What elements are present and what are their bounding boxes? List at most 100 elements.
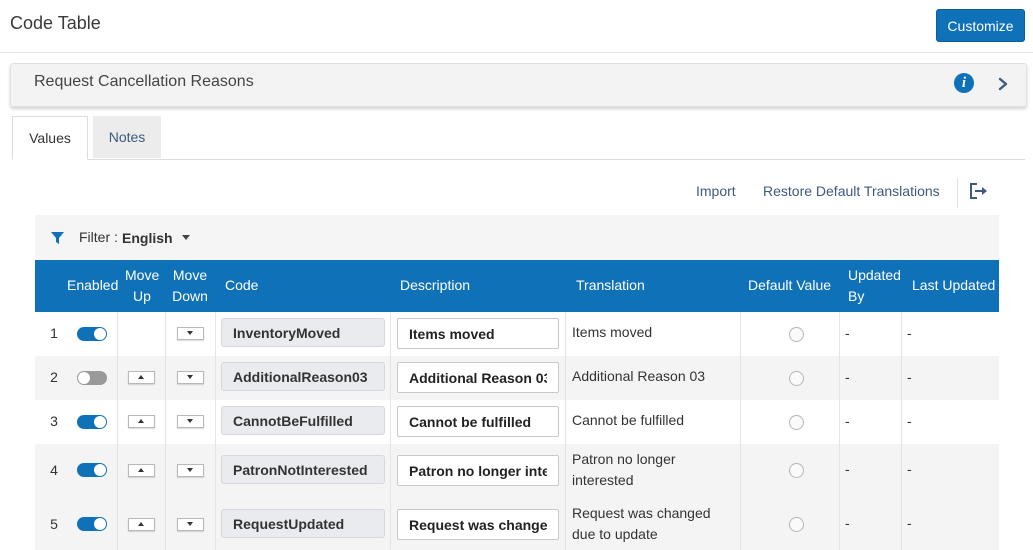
column-divider <box>565 312 566 356</box>
column-header-description[interactable]: Description <box>400 275 470 296</box>
column-divider <box>390 444 391 498</box>
description-input[interactable] <box>397 362 559 393</box>
move-down-button[interactable] <box>177 327 204 340</box>
column-divider <box>901 498 902 550</box>
enabled-toggle[interactable] <box>77 415 107 429</box>
updated-by-value: - <box>845 369 850 385</box>
default-value-radio[interactable] <box>789 517 804 532</box>
column-divider <box>390 356 391 400</box>
caret-down-icon <box>187 468 193 472</box>
restore-default-translations-link[interactable]: Restore Default Translations <box>763 183 940 199</box>
tab-values[interactable]: Values <box>12 116 88 160</box>
code-table-header-card: Request Cancellation Reasons i <box>10 63 1027 107</box>
column-header-enabled[interactable]: Enabled <box>67 275 118 296</box>
last-updated-value: - <box>907 369 912 385</box>
column-header-move-down-line1: Move <box>172 267 208 283</box>
move-up-button[interactable] <box>128 464 155 477</box>
import-link[interactable]: Import <box>696 183 736 199</box>
column-header-updated-by-line2: By <box>848 288 865 304</box>
column-divider <box>839 400 840 444</box>
column-divider <box>117 444 118 498</box>
tab-notes[interactable]: Notes <box>93 116 161 158</box>
chevron-right-icon[interactable] <box>994 74 1012 94</box>
translation-text: Request was changed due to update <box>572 503 732 545</box>
column-divider <box>215 400 216 444</box>
translation-line: Request was changed <box>572 505 711 521</box>
move-down-button[interactable] <box>177 518 204 531</box>
export-icon[interactable] <box>968 182 988 200</box>
row-number: 5 <box>50 516 58 532</box>
enabled-toggle[interactable] <box>77 463 107 477</box>
column-divider <box>839 312 840 356</box>
move-up-button[interactable] <box>128 415 155 428</box>
translation-line: interested <box>572 472 634 488</box>
description-input[interactable] <box>397 509 559 540</box>
info-icon[interactable]: i <box>954 73 974 93</box>
default-value-radio[interactable] <box>789 327 804 342</box>
filter-label: Filter : <box>79 229 118 245</box>
column-header-updated-by[interactable]: Updated By <box>848 265 901 307</box>
default-value-radio[interactable] <box>789 371 804 386</box>
move-down-button[interactable] <box>177 415 204 428</box>
column-divider <box>839 498 840 550</box>
last-updated-value: - <box>907 413 912 429</box>
column-divider <box>390 312 391 356</box>
move-down-button[interactable] <box>177 464 204 477</box>
column-divider <box>839 356 840 400</box>
column-divider <box>117 312 118 356</box>
translation-line: Additional Reason 03 <box>572 368 706 384</box>
move-up-button[interactable] <box>128 371 155 384</box>
filter-icon[interactable] <box>51 232 64 244</box>
enabled-toggle[interactable] <box>77 371 107 385</box>
filter-bar: Filter : English <box>35 215 999 260</box>
caret-up-icon <box>138 468 144 472</box>
column-divider <box>117 400 118 444</box>
row-number: 4 <box>50 462 58 478</box>
enabled-toggle[interactable] <box>77 327 107 341</box>
default-value-radio[interactable] <box>789 415 804 430</box>
enabled-toggle[interactable] <box>77 517 107 531</box>
column-divider <box>565 356 566 400</box>
default-value-radio[interactable] <box>789 463 804 478</box>
caret-down-icon <box>187 419 193 423</box>
column-divider <box>565 444 566 498</box>
column-divider <box>740 312 741 356</box>
row-number: 1 <box>50 325 58 341</box>
column-header-code[interactable]: Code <box>225 275 258 296</box>
column-header-last-updated[interactable]: Last Updated <box>912 275 995 296</box>
toggle-knob <box>94 328 106 340</box>
caret-down-icon[interactable] <box>182 235 190 240</box>
page-title: Code Table <box>10 13 101 33</box>
translation-text: Cannot be fulfilled <box>572 410 732 431</box>
updated-by-value: - <box>845 461 850 477</box>
last-updated-value: - <box>907 515 912 531</box>
column-divider <box>740 400 741 444</box>
caret-down-icon <box>187 331 193 335</box>
toggle-knob <box>94 464 106 476</box>
tab-bar: Values Notes <box>12 116 1025 160</box>
column-divider <box>740 356 741 400</box>
code-table-name: Request Cancellation Reasons <box>34 73 254 90</box>
updated-by-value: - <box>845 325 850 341</box>
code-field: InventoryMoved <box>221 318 385 347</box>
column-divider <box>565 498 566 550</box>
translation-line: Patron no longer <box>572 451 676 467</box>
description-input[interactable] <box>397 455 559 486</box>
last-updated-value: - <box>907 325 912 341</box>
column-header-move-up: Move Up <box>125 265 159 307</box>
table-row: 5 RequestUpdated Request was changed due… <box>35 498 999 550</box>
code-field: CannotBeFulfilled <box>221 406 385 435</box>
move-up-button[interactable] <box>128 518 155 531</box>
column-divider <box>565 400 566 444</box>
filter-language-value[interactable]: English <box>122 230 173 246</box>
move-down-button[interactable] <box>177 371 204 384</box>
column-header-default-value[interactable]: Default Value <box>748 275 831 296</box>
translation-line: Cannot be fulfilled <box>572 412 685 428</box>
description-input[interactable] <box>397 406 559 437</box>
caret-up-icon <box>138 522 144 526</box>
column-divider <box>390 498 391 550</box>
description-input[interactable] <box>397 318 559 349</box>
customize-button[interactable]: Customize <box>936 9 1025 42</box>
column-header-translation[interactable]: Translation <box>576 275 645 296</box>
top-bar: Code Table Customize <box>0 0 1033 53</box>
